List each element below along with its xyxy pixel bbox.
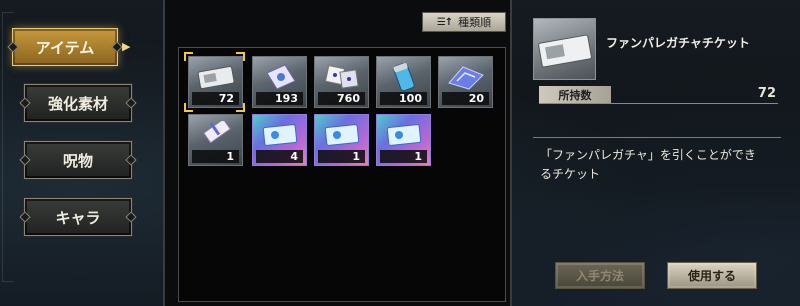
- selection-corner: [184, 52, 193, 61]
- active-tab-arrow-icon: ▶: [122, 40, 131, 53]
- item-description-line: るチケット: [540, 167, 601, 181]
- owned-count-label: 所持数: [539, 86, 611, 103]
- holo-ticket-icon: [386, 124, 422, 146]
- inventory-item-crystal-cloth[interactable]: 20: [438, 56, 493, 108]
- item-description: 「ファンパレガチャ」を引くことができ るチケット: [540, 146, 785, 184]
- item-count: 100: [380, 92, 427, 105]
- nav-tab-cursed-objects-label: 呪物: [62, 151, 93, 170]
- nav-tab-items-label: アイテム: [35, 38, 95, 57]
- talisman-icon: [203, 121, 231, 144]
- nav-tab-cursed-objects[interactable]: 呪物: [24, 141, 132, 179]
- nav-tab-materials-label: 強化素材: [47, 94, 108, 113]
- item-count: 72: [192, 92, 239, 105]
- acquire-method-label: 入手方法: [575, 269, 624, 283]
- use-button[interactable]: 使用する: [667, 262, 757, 289]
- nav-tab-characters-label: キャラ: [55, 208, 101, 227]
- item-description-line: 「ファンパレガチャ」を引くことができ: [540, 148, 756, 162]
- gacha-ticket-icon: [197, 65, 235, 89]
- charm-bag-icon: [266, 64, 296, 90]
- sort-button[interactable]: ☰↑ 種類順: [422, 12, 506, 32]
- inventory-item-holo-ticket[interactable]: 4: [252, 114, 307, 166]
- inventory-item-canister[interactable]: 100: [376, 56, 431, 108]
- divider: [533, 137, 781, 138]
- holo-ticket-icon: [262, 124, 298, 146]
- sort-icon: ☰↑: [436, 16, 453, 28]
- crystal-cloth-icon: [448, 66, 484, 90]
- sort-button-label: 種類順: [458, 16, 492, 29]
- selection-corner: [236, 103, 245, 112]
- selection-corner: [184, 103, 193, 112]
- item-name: ファンパレガチャチケット: [606, 36, 750, 50]
- item-count: 1: [380, 150, 427, 163]
- acquire-method-button[interactable]: 入手方法: [555, 262, 645, 289]
- inventory-item-holo-ticket[interactable]: 1: [376, 114, 431, 166]
- item-count: 193: [256, 92, 303, 105]
- item-count: 1: [192, 150, 239, 163]
- selection-corner: [236, 52, 245, 61]
- inventory-item-dice[interactable]: 760: [314, 56, 369, 108]
- canister-icon: [393, 63, 415, 91]
- inventory-item-charm-bag[interactable]: 193: [252, 56, 307, 108]
- use-button-label: 使用する: [687, 269, 736, 283]
- detail-item-image: [533, 18, 596, 80]
- holo-ticket-icon: [324, 124, 360, 146]
- item-count: 4: [256, 150, 303, 163]
- item-count: 20: [442, 92, 489, 105]
- gacha-ticket-icon: [538, 34, 592, 68]
- item-count: 1: [318, 150, 365, 163]
- nav-tab-items[interactable]: アイテム: [12, 28, 118, 66]
- item-count: 760: [318, 92, 365, 105]
- dice-icon: [324, 64, 359, 89]
- owned-count-value: 72: [757, 86, 776, 101]
- divider: [539, 103, 778, 104]
- nav-tab-materials[interactable]: 強化素材: [24, 84, 132, 122]
- inventory-item-gacha-ticket[interactable]: 72: [188, 56, 243, 108]
- inventory-item-holo-ticket[interactable]: 1: [314, 114, 369, 166]
- inventory-item-talisman[interactable]: 1: [188, 114, 243, 166]
- nav-tab-characters[interactable]: キャラ: [24, 198, 132, 236]
